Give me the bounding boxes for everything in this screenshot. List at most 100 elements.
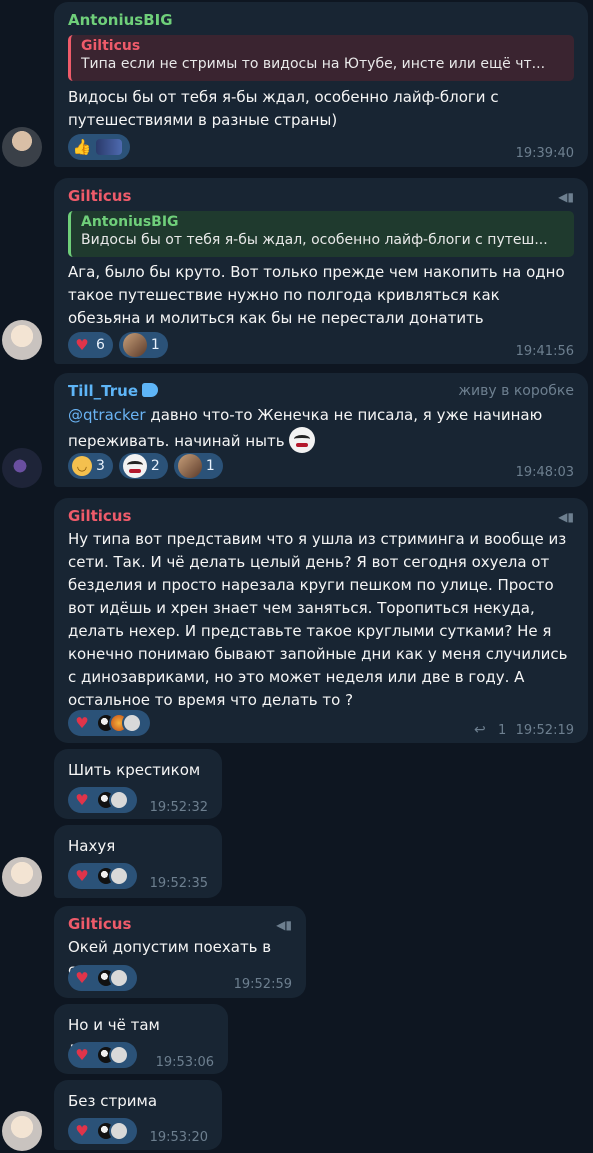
reaction-count: 6 — [96, 337, 105, 353]
thumbs-up-icon: 👍 — [72, 137, 92, 156]
message-time: 19:52:19 — [515, 723, 574, 738]
reactor-avatars — [96, 1121, 129, 1141]
sender-name[interactable]: Gilticus — [68, 507, 131, 525]
reactions: ◡ 3 2 1 — [68, 453, 223, 479]
reactor-avatar — [109, 866, 129, 886]
sender-name-text: Till_True — [68, 382, 138, 400]
reactor-avatar — [122, 713, 142, 733]
avatar[interactable] — [2, 448, 42, 488]
heart-icon: ♥ — [75, 1045, 89, 1064]
reactor-avatar — [109, 968, 129, 988]
car-icon — [96, 139, 122, 155]
grin-icon: ◡ — [72, 456, 92, 476]
reaction-heart[interactable]: ♥ — [68, 1042, 137, 1068]
reaction-joker[interactable]: 2 — [118, 453, 168, 479]
message-text: Ну типа вот представим что я ушла из стр… — [68, 530, 568, 709]
message-time: 19:52:35 — [149, 876, 208, 891]
message-text: Нахуя — [68, 837, 116, 855]
reactor-avatars — [96, 790, 129, 810]
sender-name[interactable]: Gilticus — [68, 915, 131, 933]
heart-icon: ♥ — [75, 335, 89, 354]
custom-face-icon — [122, 333, 147, 357]
reactions: ♥ — [68, 787, 137, 813]
reply-quote[interactable]: Gilticus Типа если не стримы то видосы н… — [68, 35, 574, 81]
heart-icon: ♥ — [75, 968, 89, 987]
reactor-avatar — [109, 1045, 129, 1065]
voice-chat-icon: ◀▮ — [558, 510, 574, 524]
message-time: 19:39:40 — [515, 146, 574, 161]
heart-icon: ♥ — [75, 713, 89, 732]
reactor-avatars — [96, 713, 142, 733]
message-bubble[interactable]: AntoniusBIG Gilticus Типа если не стримы… — [54, 2, 588, 167]
reactor-avatars — [96, 866, 129, 886]
reaction-grin[interactable]: ◡ 3 — [68, 453, 113, 479]
message-text: Шить крестиком — [68, 761, 201, 779]
mention-link[interactable]: @qtracker — [68, 406, 146, 424]
message-time: 19:53:20 — [149, 1130, 208, 1145]
message-bubble[interactable]: Нахуя ♥ 19:52:35 — [54, 825, 222, 898]
reaction-heart[interactable]: ♥ — [68, 863, 137, 889]
reactor-avatars — [96, 1045, 129, 1065]
message-time: 19:48:03 — [515, 465, 574, 480]
avatar[interactable] — [2, 1111, 42, 1151]
reaction-count: 3 — [96, 458, 105, 474]
reaction-custom[interactable]: 1 — [173, 453, 223, 479]
voice-chat-icon: ◀▮ — [558, 190, 574, 204]
reaction-count: 1 — [150, 337, 160, 353]
reactions: ♥ — [68, 1118, 137, 1144]
reactions: ♥ 6 1 — [68, 332, 168, 358]
message-bubble[interactable]: Gilticus ◀▮ Окей допустим поехать в сад … — [54, 906, 306, 998]
quote-text: Видосы бы от тебя я-бы ждал, особенно ла… — [81, 232, 548, 248]
quote-text: Типа если не стримы то видосы на Ютубе, … — [81, 56, 546, 72]
reactions: ♥ — [68, 1042, 137, 1068]
sender-name[interactable]: Till_True — [68, 382, 158, 400]
heart-icon: ♥ — [75, 866, 89, 885]
message-bubble[interactable]: Но и чё там делать ♥ 19:53:06 — [54, 1004, 228, 1074]
reaction-heart[interactable]: ♥ — [68, 710, 150, 736]
reactions: ♥ — [68, 710, 150, 736]
quote-author: AntoniusBIG — [81, 214, 179, 230]
message-text: Видосы бы от тебя я-бы ждал, особенно ла… — [68, 88, 499, 129]
reaction-heart[interactable]: ♥ — [68, 965, 137, 991]
voice-chat-icon: ◀▮ — [276, 918, 292, 932]
avatar[interactable] — [2, 127, 42, 167]
reply-quote[interactable]: AntoniusBIG Видосы бы от тебя я-бы ждал,… — [68, 211, 574, 257]
avatar[interactable] — [2, 857, 42, 897]
reaction-heart[interactable]: ♥ — [68, 787, 137, 813]
reply-count[interactable]: 1 — [498, 723, 506, 738]
member-rank: живу в коробке — [458, 383, 574, 399]
heart-icon: ♥ — [75, 1121, 89, 1140]
message-text: Ага, было бы круто. Вот только прежде че… — [68, 263, 565, 327]
message-time: 19:41:56 — [515, 344, 574, 359]
reactor-avatar — [109, 1121, 129, 1141]
reactions: ♥ — [68, 863, 137, 889]
message-time: 19:53:06 — [155, 1055, 214, 1070]
custom-face-icon — [177, 454, 202, 478]
message-bubble[interactable]: Till_True живу в коробке @qtracker давно… — [54, 373, 588, 487]
reply-arrow-icon[interactable]: ↩ — [474, 722, 486, 738]
sender-name[interactable]: Gilticus — [68, 187, 131, 205]
message-bubble[interactable]: Шить крестиком ♥ 19:52:32 — [54, 749, 222, 819]
heart-icon: ♥ — [75, 790, 89, 809]
sender-name[interactable]: AntoniusBIG — [68, 11, 173, 29]
message-bubble[interactable]: Gilticus ◀▮ Ну типа вот представим что я… — [54, 498, 588, 743]
message-time: 19:52:59 — [233, 977, 292, 992]
avatar[interactable] — [2, 320, 42, 360]
joker-emoji-icon — [289, 427, 316, 453]
reaction-heart[interactable]: ♥ 6 — [68, 332, 113, 358]
message-bubble[interactable]: Gilticus ◀▮ AntoniusBIG Видосы бы от теб… — [54, 178, 588, 364]
reactions: ♥ — [68, 965, 137, 991]
message-bubble[interactable]: Без стрима ♥ 19:53:20 — [54, 1080, 222, 1150]
quote-author: Gilticus — [81, 38, 141, 54]
reaction-thumbs-up[interactable]: 👍 — [68, 134, 130, 160]
reaction-custom[interactable]: 1 — [118, 332, 168, 358]
joker-icon — [122, 454, 147, 478]
reaction-count: 2 — [150, 458, 160, 474]
message-text: @qtracker давно что-то Женечка не писала… — [68, 404, 574, 453]
reactor-avatar — [109, 790, 129, 810]
message-text: Без стрима — [68, 1092, 158, 1110]
message-time: 19:52:32 — [149, 800, 208, 815]
reaction-heart[interactable]: ♥ — [68, 1118, 137, 1144]
bird-badge-icon — [142, 383, 158, 397]
reaction-count: 1 — [205, 458, 215, 474]
